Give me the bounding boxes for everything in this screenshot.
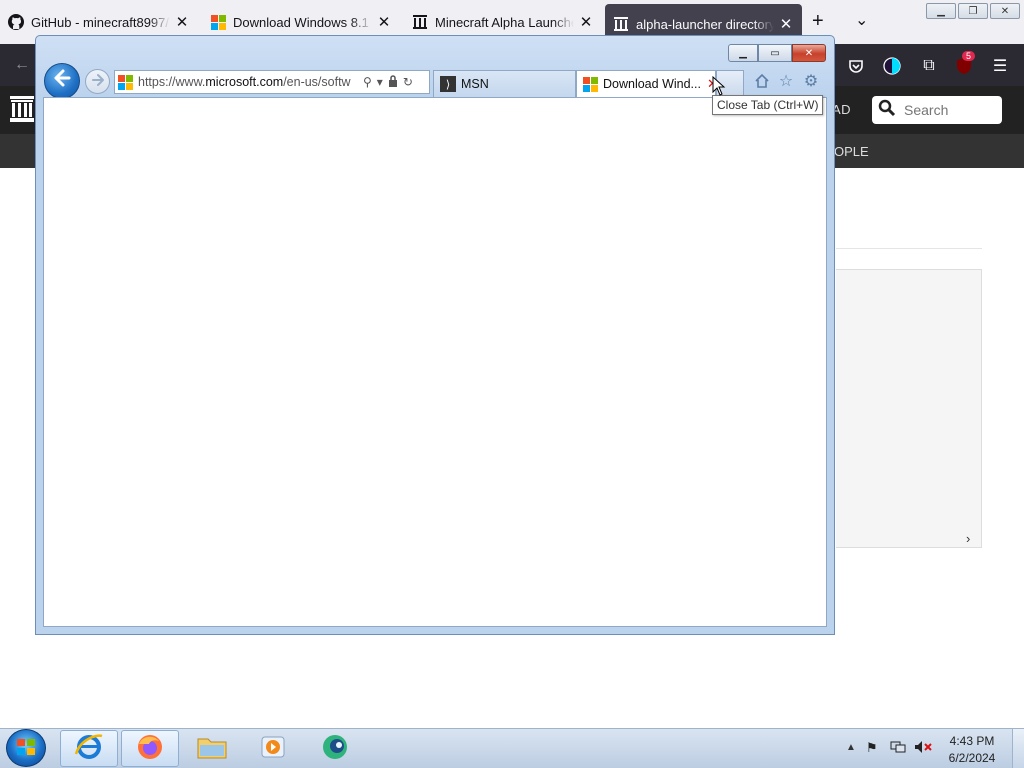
firefox-account-icon[interactable] [881,55,903,77]
url-domain: microsoft.com [205,75,284,89]
taskbar-file-explorer[interactable] [183,730,241,767]
taskbar-media-player[interactable] [244,730,302,767]
firefox-back-arrow-icon[interactable]: ← [14,56,30,74]
clock-time: 4:43 PM [949,734,995,748]
microsoft-logo-icon [118,74,133,90]
firefox-tab-minecraft-launcher[interactable]: Minecraft Alpha Launcher ✕ [404,5,602,39]
dropdown-arrow-icon[interactable]: ▾ [377,75,383,89]
taskbar-internet-explorer[interactable] [60,730,118,767]
tab-title: GitHub - minecraft8997/Te [31,14,170,30]
ie-address-bar[interactable]: https://www.microsoft.com/en-us/softw ⚲ … [114,70,430,94]
close-tab-icon[interactable]: ✕ [778,15,794,33]
extension-badge-count: 5 [962,51,976,61]
microsoft-logo-icon [583,76,598,92]
msn-icon: ⟩ [440,76,456,92]
internet-archive-logo-icon[interactable] [10,96,34,122]
back-arrow-icon [52,68,72,94]
taskbar-clock[interactable]: 4:43 PM 6/2/2024 [940,733,1004,767]
site-content-panel [836,269,982,548]
site-nav-people[interactable]: OPLE [834,144,869,159]
site-search-box[interactable] [872,96,1002,124]
forward-arrow-icon [91,73,105,90]
microsoft-logo-icon [210,14,226,30]
app-logo-icon [320,732,350,765]
ie-url-text[interactable]: https://www.microsoft.com/en-us/softw [138,75,358,89]
firefox-minimize-button[interactable]: ▁ [926,3,956,19]
divider [836,248,982,249]
hamburger-menu-icon[interactable]: ☰ [989,55,1011,77]
firefox-tab-download-windows[interactable]: Download Windows 8.1 Di ✕ [202,5,400,39]
archive-icon [613,16,629,32]
taskbar-app-green[interactable] [306,730,364,767]
ie-forward-button[interactable] [85,69,110,94]
ie-page-content[interactable] [43,97,827,627]
chevron-right-icon[interactable]: › [966,531,970,546]
ie-maximize-button[interactable]: ▭ [758,44,792,62]
close-tab-tooltip: Close Tab (Ctrl+W) [712,95,824,115]
close-tab-icon[interactable]: ✕ [376,13,392,31]
site-search-input[interactable] [902,101,992,119]
action-center-flag-icon[interactable]: ⚑ [866,740,878,756]
tab-title: Download Wind... [603,77,701,91]
archive-icon [412,14,428,30]
firefox-icon [135,732,165,765]
tab-title: Download Windows 8.1 Di [233,14,372,30]
pocket-icon[interactable] [845,55,867,77]
ie-back-button[interactable] [44,63,80,99]
search-icon [878,99,896,122]
tab-title: Minecraft Alpha Launcher [435,14,574,30]
extensions-puzzle-icon[interactable]: ⧉ [918,55,940,77]
firefox-tab-github[interactable]: GitHub - minecraft8997/Te ✕ [0,5,198,39]
windows-logo-icon [16,737,36,760]
url-prefix: https://www. [138,75,206,89]
refresh-icon[interactable]: ↻ [403,75,413,89]
show-desktop-button[interactable] [1012,729,1024,768]
taskbar-firefox[interactable] [121,730,179,767]
media-player-icon [259,733,287,764]
close-tab-icon[interactable]: ✕ [174,13,190,31]
lock-icon[interactable] [388,74,398,90]
close-tab-icon[interactable]: ✕ [578,13,594,31]
url-path: /en-us/softw [283,75,351,89]
folder-icon [196,733,228,764]
clock-date: 6/2/2024 [948,751,996,765]
ie-tab-download-windows[interactable]: Download Wind... ✕ [576,70,716,97]
ie-close-button[interactable]: ✕ [792,44,826,62]
new-tab-plus-icon[interactable]: + [812,10,824,33]
tab-title: alpha-launcher directory li [636,16,774,32]
github-icon [8,14,24,30]
mouse-pointer-icon [712,75,726,96]
volume-muted-icon[interactable] [914,740,932,757]
start-button[interactable] [6,729,46,767]
home-icon[interactable] [752,71,772,91]
settings-gear-icon[interactable]: ⚙ [801,71,821,91]
network-icon[interactable] [890,740,906,757]
ie-tab-msn[interactable]: ⟩ MSN [433,70,576,97]
favorites-star-icon[interactable]: ☆ [776,71,796,91]
internet-explorer-icon [74,732,104,765]
ie-minimize-button[interactable]: ▁ [728,44,758,62]
firefox-restore-button[interactable]: ❐ [958,3,988,19]
list-all-tabs-chevron-icon[interactable]: ⌄ [855,10,868,30]
tab-title: MSN [461,77,489,91]
search-icon[interactable]: ⚲ [363,75,372,89]
show-hidden-icons-arrow-icon[interactable]: ▲ [846,742,856,753]
firefox-close-button[interactable]: ✕ [990,3,1020,19]
